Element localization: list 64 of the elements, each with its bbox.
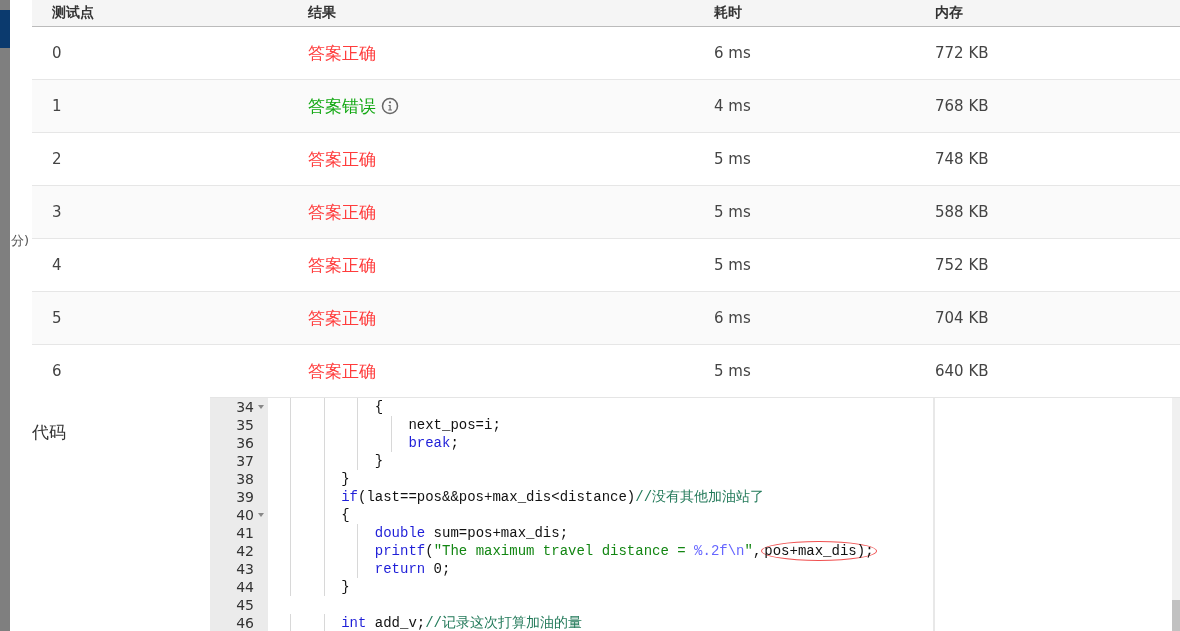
code-line: return 0; <box>374 561 451 577</box>
line-number: 38 <box>236 471 254 487</box>
code-line: double sum=pos+max_dis; <box>374 525 569 541</box>
column-header: 测试点 <box>52 4 95 22</box>
table-cell-text: 5 ms <box>714 150 752 168</box>
scrollbar-thumb[interactable] <box>1172 600 1180 631</box>
line-number: 43 <box>236 561 254 577</box>
line-number: 45 <box>236 597 254 613</box>
column-header: 结果 <box>308 4 337 22</box>
table-cell: 748 KB <box>935 150 989 168</box>
result-status: 答案正确 <box>308 253 376 277</box>
table-cell: 704 KB <box>935 309 989 327</box>
line-number: 35 <box>236 417 254 433</box>
result-status: 答案正确 <box>308 200 376 224</box>
table-cell-text: 0 <box>52 44 63 62</box>
table-cell-text: 1 <box>52 97 63 115</box>
code-line: { <box>374 399 384 415</box>
table-cell-text: 4 ms <box>714 97 752 115</box>
code-line: printf("The maximum travel distance = %.2f\n", pos+max_dis); <box>374 543 877 559</box>
table-cell-text: 2 <box>52 150 63 168</box>
line-number: 41 <box>236 525 254 541</box>
line-number: 40 <box>236 507 254 523</box>
column-header: 耗时 <box>714 4 743 22</box>
code-line: { <box>341 507 350 523</box>
line-number: 36 <box>236 435 254 451</box>
code-line: break; <box>408 435 459 451</box>
table-cell-text: 4 <box>52 256 63 274</box>
table-cell-text: 5 ms <box>714 362 752 380</box>
table-cell: 772 KB <box>935 44 989 62</box>
result-status: 答案正确 <box>308 306 376 330</box>
line-number: 39 <box>236 489 254 505</box>
table-cell-text: 5 ms <box>714 203 752 221</box>
code-line: } <box>374 453 384 469</box>
line-number: 46 <box>236 615 254 631</box>
line-number: 42 <box>236 543 254 559</box>
column-header: 内存 <box>935 4 963 22</box>
code-line: if(last==pos&&pos+max_dis<distance)//没有其他加油站了 <box>341 488 765 506</box>
result-status: 答案正确 <box>308 359 376 383</box>
table-cell-text: 3 <box>52 203 63 221</box>
code-line: int add_v;//记录这次打算加油的量 <box>341 614 583 631</box>
table-cell-text: 6 ms <box>714 309 752 327</box>
table-cell: 588 KB <box>935 203 989 221</box>
info-icon[interactable] <box>381 97 399 115</box>
result-status: 答案正确 <box>308 147 376 171</box>
table-cell-text: 6 <box>52 362 63 380</box>
table-cell-text: 5 ms <box>714 256 752 274</box>
side-text: 分) <box>11 232 31 250</box>
section-label: 代码 <box>32 422 66 442</box>
code-line: next_pos=i; <box>408 417 501 433</box>
table-cell: 640 KB <box>935 362 989 380</box>
code-line: } <box>341 471 350 487</box>
line-number: 44 <box>236 579 254 595</box>
scrollbar[interactable] <box>1172 398 1180 631</box>
table-cell-text: 6 ms <box>714 44 752 62</box>
result-status: 答案错误 <box>308 94 376 118</box>
table-cell: 752 KB <box>935 256 989 274</box>
line-number: 37 <box>236 453 254 469</box>
fold-icon[interactable] <box>257 404 265 410</box>
fold-icon[interactable] <box>257 512 265 518</box>
line-number: 34 <box>236 399 254 415</box>
table-cell-text: 5 <box>52 309 63 327</box>
code-line: } <box>341 579 350 595</box>
table-cell: 768 KB <box>935 97 989 115</box>
result-status: 答案正确 <box>308 41 376 65</box>
